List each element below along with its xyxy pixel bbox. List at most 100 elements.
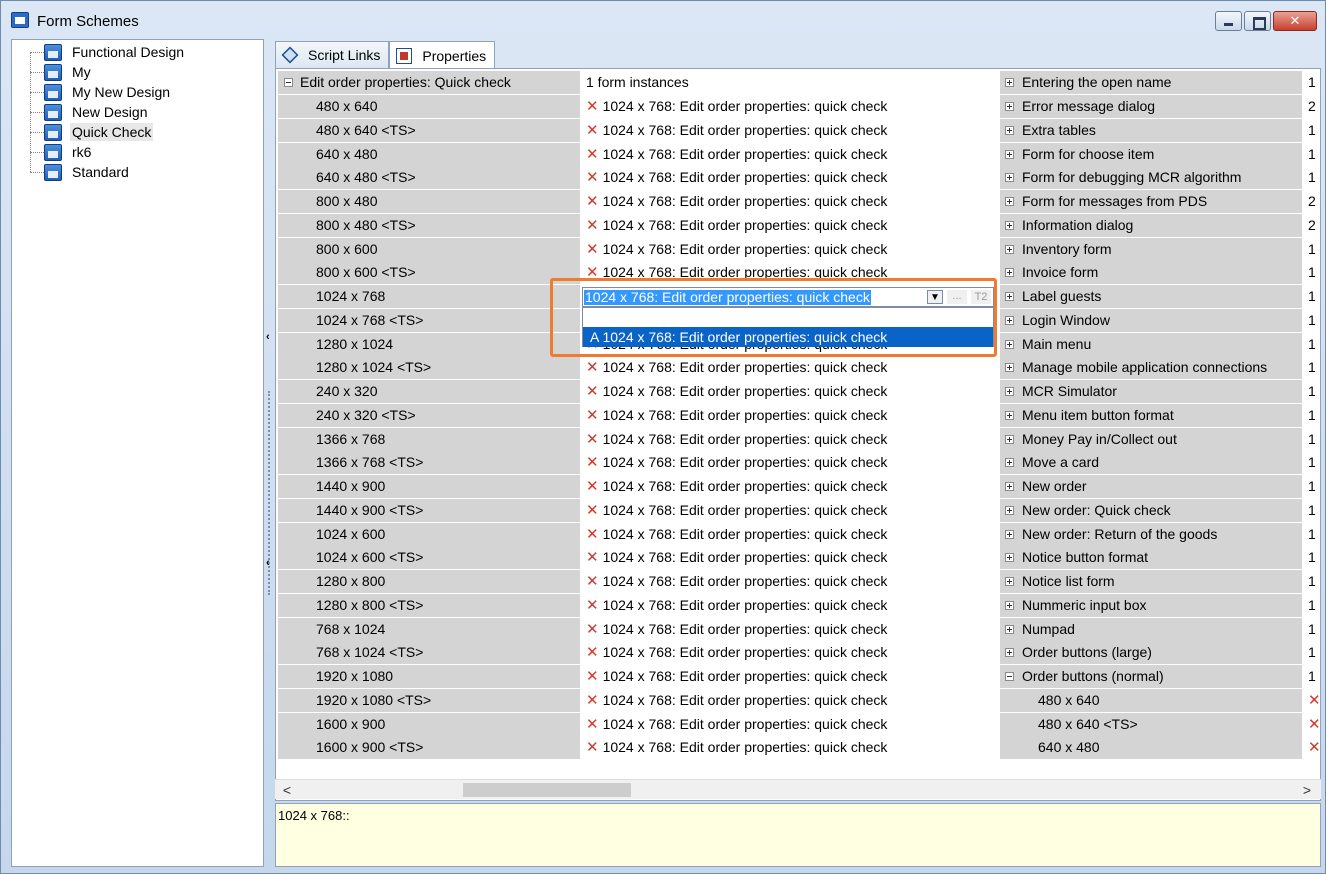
resolution-cell[interactable]: 768 x 1024 <TS> [278, 641, 580, 665]
resolution-cell[interactable]: 1280 x 1024 <TS> [278, 356, 580, 380]
form-name-cell[interactable]: Move a card [1000, 451, 1302, 475]
grid-row[interactable]: 1600 x 900 ✕ 1024 x 768: Edit order proper… [276, 712, 1320, 737]
instance-value-cell[interactable]: ✕1024 x 768: Edit order properties: quic… [582, 546, 998, 570]
grid-row[interactable]: 768 x 1024 ✕ 1024 x 768: Edit order proper… [276, 617, 1320, 642]
properties-grid[interactable]: Edit order properties: Quick check 1 for… [275, 68, 1321, 801]
instance-value-cell[interactable]: ✕1024 x 768: Edit order properties: quic… [582, 617, 998, 641]
resolution-cell[interactable]: 768 x 1024 [278, 617, 580, 641]
grid-row[interactable]: 1600 x 900 <TS> ✕ 1024 x 768: Edit order p… [276, 736, 1320, 760]
scroll-right-icon[interactable]: > [1299, 782, 1315, 798]
expand-icon[interactable] [1005, 577, 1014, 586]
form-name-cell[interactable]: Order buttons (normal) [1000, 665, 1302, 688]
maximize-button[interactable] [1244, 11, 1271, 31]
resolution-cell[interactable]: 240 x 320 [278, 380, 580, 403]
instance-value-cell[interactable]: ✕1024 x 768: Edit order properties: quic… [582, 498, 998, 522]
form-name-cell[interactable]: Error message dialog [1000, 95, 1302, 118]
grid-row[interactable]: 240 x 320 <TS> ✕ 1024 x 768: Edit order pr… [276, 403, 1320, 428]
expand-icon[interactable] [1005, 339, 1014, 349]
form-name-cell[interactable]: Form for choose item [1000, 142, 1302, 166]
tree-item[interactable]: My New Design [12, 82, 172, 102]
grid-row[interactable]: 768 x 1024 <TS> ✕ 1024 x 768: Edit order p… [276, 641, 1320, 665]
form-name-cell[interactable]: New order: Return of the goods [1000, 522, 1302, 546]
tab-script-links[interactable]: Script Links [275, 41, 390, 68]
expand-icon[interactable] [1005, 102, 1014, 111]
form-name-cell[interactable]: Main menu [1000, 332, 1302, 356]
form-name-cell[interactable]: Order buttons (large) [1000, 641, 1302, 665]
expand-icon[interactable] [1005, 149, 1014, 159]
scheme-name-cell[interactable]: Edit order properties: Quick check [278, 71, 580, 94]
grid-row[interactable]: 1440 x 900 <TS> ✕ 1024 x 768: Edit order p… [276, 498, 1320, 523]
resolution-cell[interactable]: 800 x 480 [278, 190, 580, 213]
resolution-cell[interactable]: 640 x 480 <TS> [278, 166, 580, 190]
expand-icon[interactable] [1005, 553, 1014, 563]
expand-icon[interactable] [1005, 434, 1014, 444]
scheme-tree[interactable]: Functional Design My My New Design New Desi… [11, 39, 264, 867]
dropdown-arrow-icon[interactable]: ▼ [927, 290, 943, 304]
form-name-cell[interactable]: Inventory form [1000, 237, 1302, 261]
instance-value-cell[interactable]: ✕1024 x 768: Edit order properties: quic… [582, 142, 998, 166]
expand-icon[interactable] [1005, 197, 1014, 206]
grid-row[interactable]: 240 x 320 ✕ 1024 x 768: Edit order propert… [276, 380, 1320, 404]
instance-value-cell[interactable]: ✕1024 x 768: Edit order properties: quic… [582, 427, 998, 451]
form-name-cell[interactable]: Information dialog [1000, 213, 1302, 237]
instance-value-cell[interactable]: ✕1024 x 768: Edit order properties: quic… [582, 190, 998, 213]
expand-icon[interactable] [1005, 458, 1014, 468]
resolution-cell[interactable]: 1366 x 768 [278, 427, 580, 451]
form-name-cell[interactable]: Form for debugging MCR algorithm [1000, 166, 1302, 190]
resolution-cell[interactable]: 800 x 480 <TS> [278, 213, 580, 237]
ellipsis-button[interactable]: ... [947, 290, 967, 304]
t2-button[interactable]: T2 [971, 290, 991, 304]
resolution-cell[interactable]: 1920 x 1080 <TS> [278, 688, 580, 712]
minimize-button[interactable] [1215, 11, 1242, 31]
resolution-cell[interactable]: 240 x 320 <TS> [278, 403, 580, 427]
instance-value-cell[interactable]: ✕1024 x 768: Edit order properties: quic… [582, 522, 998, 546]
expand-icon[interactable] [1005, 600, 1014, 610]
instance-value-cell[interactable]: ✕1024 x 768: Edit order properties: quic… [582, 688, 998, 712]
resolution-cell[interactable]: 1024 x 600 [278, 522, 580, 546]
form-name-cell[interactable]: Entering the open name [1000, 71, 1302, 94]
combo-value[interactable]: 1024 x 768: Edit order properties: quick… [584, 290, 871, 305]
expand-icon[interactable] [1005, 410, 1014, 420]
grid-header-row[interactable]: Edit order properties: Quick check 1 for… [276, 71, 1320, 95]
instance-value-cell[interactable]: ✕1024 x 768: Edit order properties: quic… [582, 451, 998, 475]
grid-row[interactable]: 1366 x 768 <TS> ✕ 1024 x 768: Edit order p… [276, 451, 1320, 475]
expand-icon[interactable] [1005, 624, 1014, 634]
resolution-cell[interactable]: 1280 x 800 <TS> [278, 593, 580, 617]
combo-dropdown-list[interactable]: A 1024 x 768: Edit order properties: qui… [582, 307, 994, 347]
instance-value-cell[interactable]: ✕1024 x 768: Edit order properties: quic… [582, 380, 998, 403]
expand-icon[interactable] [1005, 125, 1014, 135]
form-name-cell[interactable]: New order [1000, 475, 1302, 498]
form-name-cell[interactable]: Nummeric input box [1000, 593, 1302, 617]
resolution-cell[interactable]: 640 x 480 [278, 142, 580, 166]
instance-value-cell[interactable]: ✕1024 x 768: Edit order properties: quic… [582, 570, 998, 593]
resolution-cell[interactable]: 800 x 600 [278, 237, 580, 261]
instance-value-cell[interactable]: ✕1024 x 768: Edit order properties: quic… [582, 593, 998, 617]
collapse-icon[interactable] [284, 78, 293, 87]
scroll-thumb[interactable] [463, 783, 631, 797]
grid-row[interactable]: 800 x 600 ✕ 1024 x 768: Edit order propert… [276, 237, 1320, 262]
form-name-cell[interactable]: Menu item button format [1000, 403, 1302, 427]
expand-icon[interactable] [1005, 648, 1014, 658]
form-name-cell[interactable]: Manage mobile application connections [1000, 356, 1302, 380]
expand-icon[interactable] [1005, 363, 1014, 373]
tree-item[interactable]: My [12, 62, 93, 82]
grid-row[interactable]: 800 x 480 ✕ 1024 x 768: Edit order propert… [276, 190, 1320, 214]
resolution-cell[interactable]: 1920 x 1080 [278, 665, 580, 688]
instance-value-cell[interactable]: ✕1024 x 768: Edit order properties: quic… [582, 665, 998, 688]
collapse-left-arrow-icon[interactable]: ‹ [266, 331, 270, 343]
instance-value-cell[interactable]: ✕1024 x 768: Edit order properties: quic… [582, 237, 998, 261]
tab-properties[interactable]: Properties [389, 41, 496, 69]
scroll-left-icon[interactable]: < [279, 782, 295, 798]
expand-icon[interactable] [1005, 505, 1014, 515]
resolution-cell[interactable]: 1280 x 1024 [278, 332, 580, 356]
form-name-cell[interactable]: 480 x 640 <TS> [1000, 712, 1302, 736]
instance-value-cell[interactable]: ✕1024 x 768: Edit order properties: quic… [582, 475, 998, 498]
grid-row[interactable]: 1280 x 1024 <TS> ✕ 1024 x 768: Edit order … [276, 356, 1320, 380]
expand-icon[interactable] [1005, 173, 1014, 183]
resolution-cell[interactable]: 480 x 640 <TS> [278, 118, 580, 142]
form-name-cell[interactable]: Extra tables [1000, 118, 1302, 142]
tree-item[interactable]: rk6 [12, 142, 93, 162]
instance-value-cell[interactable]: ✕1024 x 768: Edit order properties: quic… [582, 403, 998, 427]
instance-value-cell[interactable]: ✕1024 x 768: Edit order properties: quic… [582, 641, 998, 665]
instance-value-cell[interactable]: ✕1024 x 768: Edit order properties: quic… [582, 213, 998, 237]
